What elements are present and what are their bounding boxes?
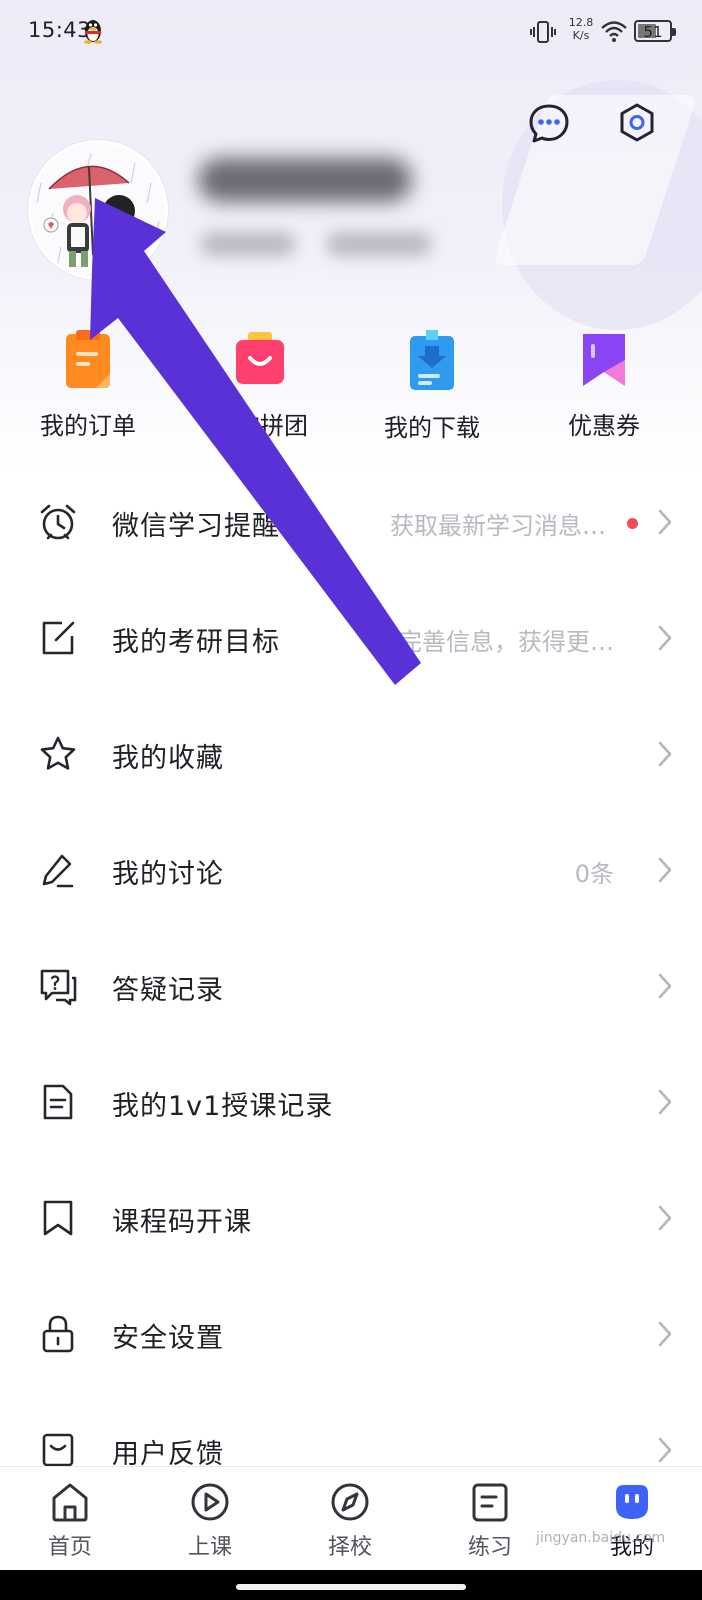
- download-icon: [410, 330, 454, 390]
- network-speed-value: 12.8: [568, 16, 594, 29]
- tab-label: 择校: [327, 1535, 372, 1560]
- shortcut-label: 我的下载: [384, 414, 480, 442]
- shortcut-my-group-buy[interactable]: 我的拼团: [172, 330, 348, 454]
- chat-bubble-icon: [529, 104, 569, 143]
- status-bar: 15:43 12.8 K/s 51: [0, 0, 702, 64]
- coupon-icon: [583, 334, 625, 386]
- tab-practice[interactable]: 练习: [420, 1467, 560, 1571]
- menu-item-label: 答疑记录: [112, 975, 224, 1006]
- shortcut-coupons[interactable]: 优惠券: [516, 330, 692, 454]
- tab-classes[interactable]: 上课: [140, 1467, 280, 1571]
- chevron-right-icon: [658, 857, 672, 883]
- shortcut-label: 优惠券: [568, 412, 640, 440]
- avatar-illustration: [36, 152, 160, 268]
- chevron-right-icon: [658, 1437, 672, 1463]
- lock-icon: [42, 1315, 74, 1353]
- chevron-right-icon: [658, 1089, 672, 1115]
- pencil-icon: [42, 854, 74, 888]
- shortcut-my-orders[interactable]: 我的订单: [0, 330, 176, 454]
- message-button[interactable]: [526, 100, 572, 146]
- menu-item-label: 微信学习提醒: [112, 511, 280, 542]
- blurred-username: [198, 158, 412, 202]
- shopping-bag-icon: [236, 332, 284, 384]
- menu-item-hint: 获取最新学习消息…: [390, 512, 606, 540]
- question-chat-icon: [40, 969, 77, 1006]
- menu-item-label: 课程码开课: [112, 1207, 252, 1238]
- tab-label: 首页: [47, 1535, 92, 1560]
- bottom-tab-bar: 首页 上课 择校 练习 我的: [0, 1466, 702, 1570]
- mascot-icon: [616, 1485, 648, 1519]
- shortcut-label: 我的订单: [40, 412, 136, 440]
- chevron-right-icon: [658, 741, 672, 767]
- edit-square-icon: [42, 621, 75, 655]
- menu-item-security-settings[interactable]: 安全设置: [0, 1276, 702, 1393]
- menu-item-label: 我的1v1授课记录: [112, 1091, 334, 1122]
- bookmark-icon: [43, 1200, 73, 1236]
- network-speed: 12.8 K/s: [566, 16, 596, 42]
- menu-item-exam-goal[interactable]: 我的考研目标 完善信息，获得更…: [0, 580, 702, 697]
- menu-item-label: 我的讨论: [112, 859, 224, 890]
- blurred-user-info-secondary: [326, 232, 432, 256]
- battery-indicator: 51: [634, 20, 676, 42]
- network-speed-unit: K/s: [572, 29, 590, 42]
- menu-item-label: 我的收藏: [112, 743, 224, 774]
- menu-item-label: 用户反馈: [112, 1439, 224, 1466]
- baidu-watermark: jingyan.baidu.com: [536, 1530, 666, 1546]
- menu-item-discussions[interactable]: 我的讨论 0条: [0, 812, 702, 929]
- blurred-user-info: [200, 232, 296, 256]
- tab-school-select[interactable]: 择校: [280, 1467, 420, 1571]
- alarm-clock-icon: [40, 504, 76, 540]
- tab-label: 上课: [187, 1535, 232, 1560]
- document-icon: [43, 1084, 73, 1120]
- order-icon: [66, 330, 110, 388]
- qq-penguin-icon: [84, 20, 102, 44]
- chevron-right-icon: [658, 1321, 672, 1347]
- battery-level: 51: [643, 23, 663, 41]
- chevron-right-icon: [658, 509, 672, 535]
- feedback-icon: [42, 1433, 74, 1466]
- menu-item-favorites[interactable]: 我的收藏: [0, 696, 702, 813]
- discussion-count: 0条: [574, 860, 614, 888]
- play-icon: [191, 1483, 229, 1521]
- vibrate-icon: [530, 21, 556, 43]
- menu-item-course-code[interactable]: 课程码开课: [0, 1160, 702, 1277]
- menu-item-hint: 完善信息，获得更…: [398, 628, 614, 656]
- chevron-right-icon: [658, 625, 672, 651]
- menu-item-qa-records[interactable]: 答疑记录: [0, 928, 702, 1045]
- user-avatar[interactable]: [28, 140, 168, 280]
- menu-item-label: 我的考研目标: [112, 627, 280, 658]
- unread-dot: [627, 518, 638, 529]
- menu-item-wechat-reminder[interactable]: 微信学习提醒 获取最新学习消息…: [0, 464, 702, 581]
- home-icon: [52, 1483, 88, 1522]
- menu-item-user-feedback[interactable]: 用户反馈: [0, 1392, 702, 1466]
- settings-button[interactable]: [614, 100, 660, 146]
- compass-icon: [331, 1483, 369, 1521]
- menu-item-label: 安全设置: [112, 1323, 224, 1354]
- tab-mine[interactable]: 我的: [562, 1467, 702, 1571]
- menu-item-1v1-records[interactable]: 我的1v1授课记录: [0, 1044, 702, 1161]
- battery-tip: [672, 28, 676, 36]
- shortcut-my-downloads[interactable]: 我的下载: [344, 330, 520, 454]
- home-gesture-handle[interactable]: [236, 1584, 466, 1590]
- practice-note-icon: [472, 1483, 508, 1522]
- shortcut-label: 我的拼团: [212, 412, 308, 440]
- tab-home[interactable]: 首页: [0, 1467, 140, 1571]
- chevron-right-icon: [658, 1205, 672, 1231]
- chevron-right-icon: [658, 973, 672, 999]
- star-icon: [40, 736, 76, 770]
- hexagon-settings-icon: [620, 103, 654, 142]
- wifi-icon: [601, 21, 627, 42]
